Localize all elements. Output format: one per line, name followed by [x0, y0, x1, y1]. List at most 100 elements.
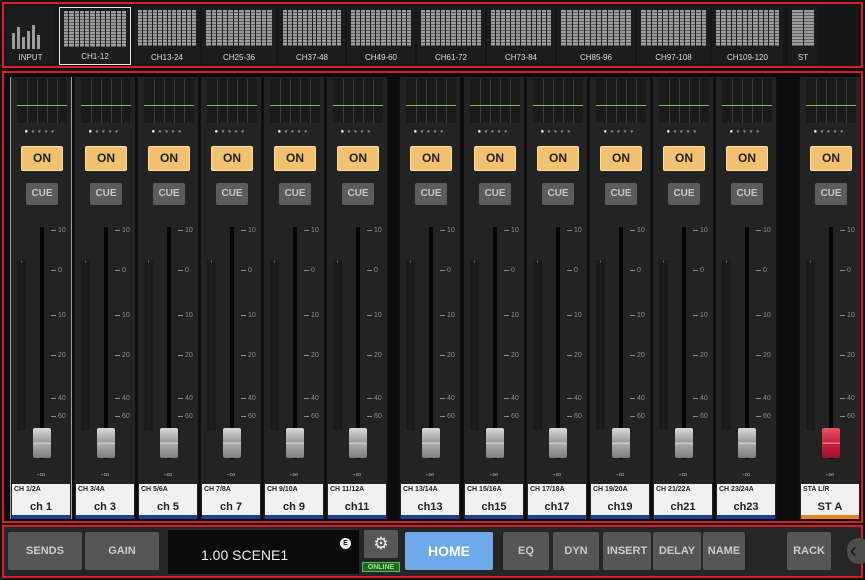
channel-name-box[interactable]: CH 3/4A ch 3: [76, 484, 134, 519]
level-meter-left: [406, 260, 410, 430]
fader-knob[interactable]: [286, 428, 304, 458]
channel-name-box[interactable]: CH 17/18A ch17: [528, 484, 586, 519]
fader-scale-label: 60: [447, 413, 455, 420]
cue-button[interactable]: CUE: [90, 183, 122, 205]
eq-graph[interactable]: [659, 79, 709, 123]
on-button[interactable]: ON: [474, 146, 516, 171]
fader-scale-label: 10: [185, 312, 193, 319]
eq-graph[interactable]: [270, 79, 320, 123]
channel-name-box[interactable]: CH 5/6A ch 5: [139, 484, 197, 519]
input-overview-button[interactable]: INPUT: [7, 7, 54, 65]
fader-scale-label: 0: [637, 267, 641, 274]
eq-graph[interactable]: [806, 79, 856, 123]
channel-name-box[interactable]: CH 9/10A ch 9: [265, 484, 323, 519]
channel-name-box[interactable]: CH 21/22A ch21: [654, 484, 712, 519]
fader-knob[interactable]: [97, 428, 115, 458]
overview-bank-button[interactable]: CH37-48: [279, 7, 345, 65]
channel-name-box[interactable]: CH 23/24A ch23: [717, 484, 775, 519]
eq-graph[interactable]: [17, 79, 67, 123]
insert-button[interactable]: INSERT: [603, 532, 651, 570]
on-button[interactable]: ON: [21, 146, 63, 171]
fader-knob[interactable]: [549, 428, 567, 458]
eq-graph[interactable]: [406, 79, 456, 123]
overview-bank-button[interactable]: CH13-24: [134, 7, 200, 65]
channel-name-box[interactable]: CH 7/8A ch 7: [202, 484, 260, 519]
overview-bank-button[interactable]: CH109-120: [712, 7, 783, 65]
fader-scale-label: 60: [847, 413, 855, 420]
cue-button[interactable]: CUE: [26, 183, 58, 205]
level-meter-right: [727, 260, 731, 430]
on-button[interactable]: ON: [85, 146, 127, 171]
cue-button[interactable]: CUE: [279, 183, 311, 205]
home-button[interactable]: HOME: [405, 532, 493, 570]
overview-bank-button[interactable]: CH73-84: [487, 7, 555, 65]
level-meter-right: [275, 260, 279, 430]
on-button[interactable]: ON: [410, 146, 452, 171]
cue-button[interactable]: CUE: [415, 183, 447, 205]
gear-icon[interactable]: ⚙: [364, 530, 398, 558]
cue-button[interactable]: CUE: [153, 183, 185, 205]
st-overview-button[interactable]: ST: [788, 7, 818, 65]
channel-name-box[interactable]: CH 15/16A ch15: [465, 484, 523, 519]
fader-knob[interactable]: [223, 428, 241, 458]
eq-graph[interactable]: [722, 79, 772, 123]
chevron-left-icon[interactable]: ‹: [847, 538, 865, 564]
channel-name-box[interactable]: CH 1/2A ch 1: [12, 484, 70, 519]
dyn-button[interactable]: DYN: [553, 532, 599, 570]
cue-button[interactable]: CUE: [216, 183, 248, 205]
channel-name-box[interactable]: CH 19/20A ch19: [591, 484, 649, 519]
fader-knob[interactable]: [612, 428, 630, 458]
channel-name-box[interactable]: CH 11/12A ch11: [328, 484, 386, 519]
channel-name-box[interactable]: STA L/R ST A: [801, 484, 859, 519]
cue-button[interactable]: CUE: [342, 183, 374, 205]
on-button[interactable]: ON: [211, 146, 253, 171]
on-button[interactable]: ON: [337, 146, 379, 171]
channel-color-bar: [328, 515, 386, 519]
sends-button[interactable]: SENDS: [8, 532, 82, 570]
fader-value: -∞: [741, 470, 751, 479]
cue-button[interactable]: CUE: [605, 183, 637, 205]
cue-button[interactable]: CUE: [479, 183, 511, 205]
overview-bank-button[interactable]: CH97-108: [637, 7, 710, 65]
eq-graph[interactable]: [333, 79, 383, 123]
cue-button[interactable]: CUE: [731, 183, 763, 205]
eq-button[interactable]: EQ: [503, 532, 549, 570]
overview-bank-button[interactable]: CH85-96: [557, 7, 635, 65]
overview-bank-button[interactable]: CH1-12: [59, 7, 131, 65]
fader-knob[interactable]: [160, 428, 178, 458]
on-button[interactable]: ON: [600, 146, 642, 171]
cue-button[interactable]: CUE: [542, 183, 574, 205]
scene-display[interactable]: 1.00 SCENE1 E: [168, 530, 359, 574]
fader-knob[interactable]: [349, 428, 367, 458]
eq-graph[interactable]: [470, 79, 520, 123]
delay-button[interactable]: DELAY: [653, 532, 701, 570]
overview-bank-button[interactable]: CH49-60: [347, 7, 415, 65]
eq-graph[interactable]: [207, 79, 257, 123]
fader-scale-label: 10: [763, 312, 771, 319]
eq-graph[interactable]: [533, 79, 583, 123]
fader-track: [619, 227, 623, 459]
cue-button[interactable]: CUE: [668, 183, 700, 205]
on-button[interactable]: ON: [810, 146, 852, 171]
on-button[interactable]: ON: [274, 146, 316, 171]
rack-button[interactable]: RACK: [787, 532, 831, 570]
fader-knob[interactable]: [822, 428, 840, 458]
cue-button[interactable]: CUE: [815, 183, 847, 205]
on-button[interactable]: ON: [537, 146, 579, 171]
on-button[interactable]: ON: [726, 146, 768, 171]
fader-knob[interactable]: [422, 428, 440, 458]
fader-knob[interactable]: [738, 428, 756, 458]
channel-name-box[interactable]: CH 13/14A ch13: [401, 484, 459, 519]
eq-graph[interactable]: [144, 79, 194, 123]
fader-knob[interactable]: [33, 428, 51, 458]
overview-bank-button[interactable]: CH25-36: [202, 7, 276, 65]
on-button[interactable]: ON: [148, 146, 190, 171]
eq-graph[interactable]: [81, 79, 131, 123]
fader-knob[interactable]: [486, 428, 504, 458]
fader-knob[interactable]: [675, 428, 693, 458]
on-button[interactable]: ON: [663, 146, 705, 171]
gain-button[interactable]: GAIN: [85, 532, 159, 570]
name-button[interactable]: NAME: [703, 532, 745, 570]
eq-graph[interactable]: [596, 79, 646, 123]
overview-bank-button[interactable]: CH61-72: [417, 7, 485, 65]
